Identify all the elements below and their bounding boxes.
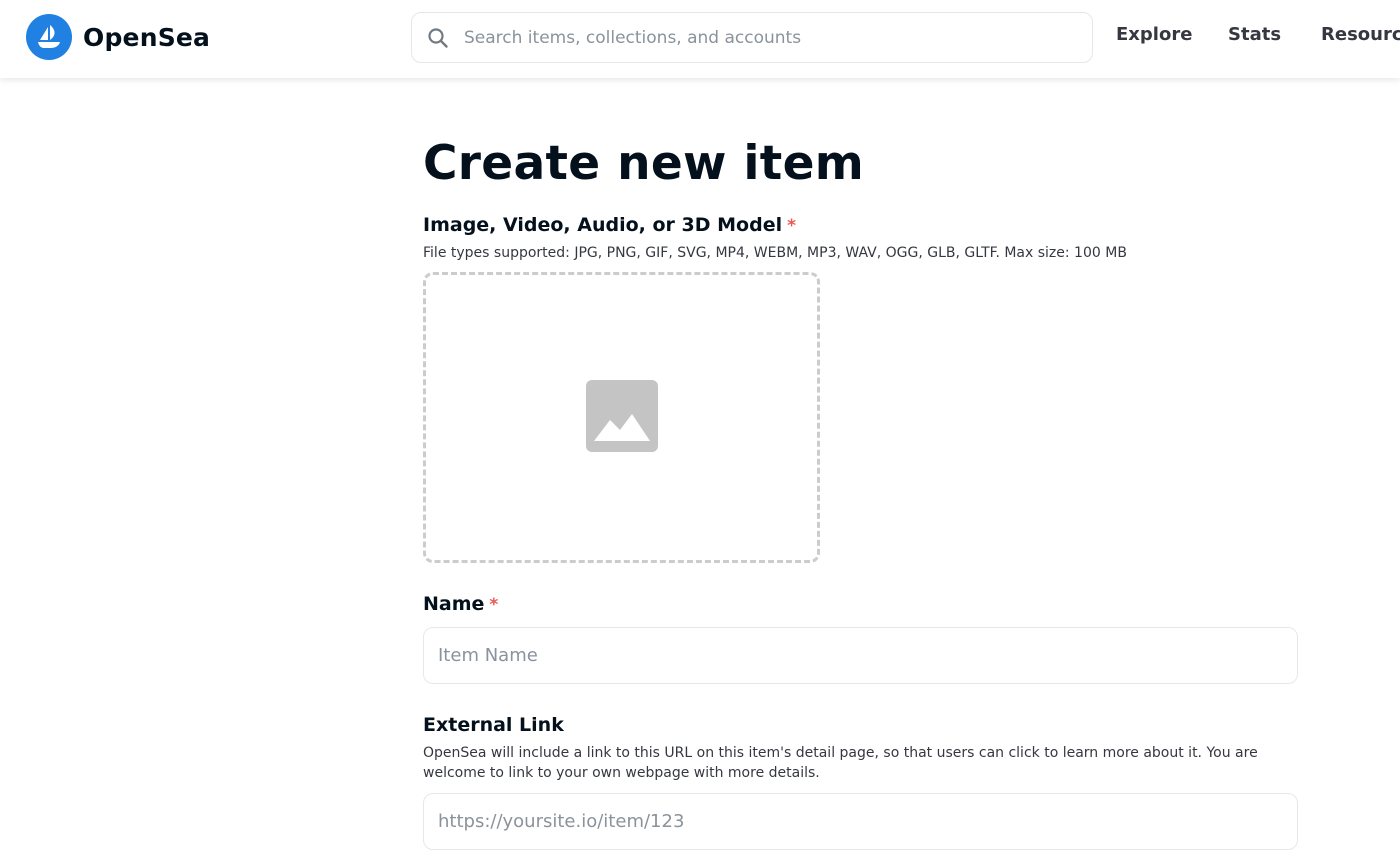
external-link-input[interactable] — [423, 793, 1298, 850]
external-link-helper: OpenSea will include a link to this URL … — [423, 745, 1258, 781]
image-placeholder-icon — [585, 379, 658, 456]
search-bar[interactable] — [411, 12, 1093, 63]
page-title: Create new item — [423, 136, 865, 191]
nav-explore[interactable]: Explore — [1116, 24, 1192, 45]
top-nav-bar: OpenSea Explore Stats Resources — [0, 0, 1400, 78]
media-file-types-helper: File types supported: JPG, PNG, GIF, SVG… — [423, 245, 1127, 261]
required-marker: * — [787, 216, 796, 236]
required-marker: * — [489, 595, 499, 615]
nav-resources[interactable]: Resources — [1321, 24, 1400, 45]
external-link-label: External Link — [423, 714, 564, 736]
search-icon — [412, 13, 464, 62]
media-field-label: Image, Video, Audio, or 3D Model * — [423, 214, 796, 236]
brand-home-link[interactable]: OpenSea — [26, 14, 210, 60]
brand-name: OpenSea — [83, 22, 211, 52]
media-label-text: Image, Video, Audio, or 3D Model — [423, 214, 783, 236]
opensea-boat-icon — [26, 14, 72, 60]
item-name-input[interactable] — [423, 627, 1298, 684]
media-upload-dropzone[interactable] — [423, 272, 820, 563]
name-label-text: Name — [423, 593, 485, 615]
nav-stats[interactable]: Stats — [1228, 24, 1281, 45]
name-field-label: Name * — [423, 593, 498, 615]
search-input[interactable] — [464, 13, 1092, 62]
